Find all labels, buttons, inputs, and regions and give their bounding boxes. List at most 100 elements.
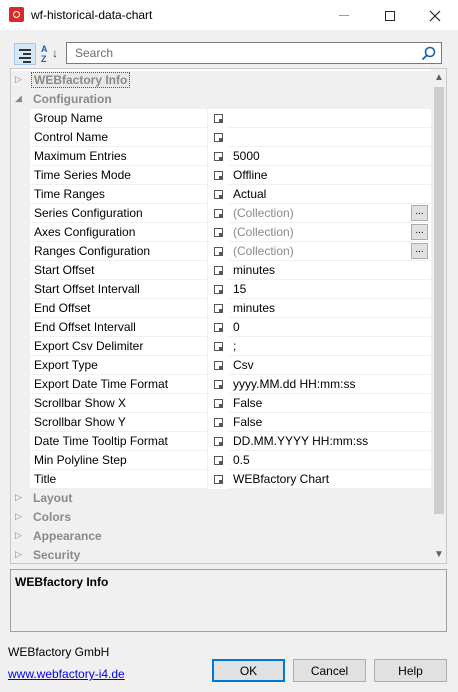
property-name[interactable]: Export Csv Delimiter bbox=[30, 337, 208, 356]
property-row[interactable]: Ranges Configuration (Collection)... bbox=[11, 242, 431, 261]
minimize-button[interactable] bbox=[321, 0, 367, 30]
property-value[interactable]: minutes bbox=[229, 299, 431, 318]
binding-icon[interactable] bbox=[214, 399, 223, 408]
category-layout[interactable]: ▷ Layout bbox=[11, 489, 431, 508]
search-input[interactable] bbox=[67, 43, 407, 63]
property-name[interactable]: Group Name bbox=[30, 109, 208, 128]
property-name[interactable]: Export Type bbox=[30, 356, 208, 375]
category-appearance[interactable]: ▷ Appearance bbox=[11, 527, 431, 546]
property-row[interactable]: End Offset Intervall 0 bbox=[11, 318, 431, 337]
binding-icon[interactable] bbox=[214, 323, 223, 332]
binding-icon[interactable] bbox=[214, 456, 223, 465]
property-value[interactable]: False bbox=[229, 394, 431, 413]
binding-icon[interactable] bbox=[214, 266, 223, 275]
collection-editor-button[interactable]: ... bbox=[411, 224, 428, 240]
property-value[interactable]: WEBfactory Chart bbox=[229, 470, 431, 489]
property-value[interactable]: (Collection) bbox=[229, 223, 431, 242]
property-name[interactable]: Start Offset Intervall bbox=[30, 280, 208, 299]
property-row[interactable]: Scrollbar Show X False bbox=[11, 394, 431, 413]
scroll-up-icon[interactable]: ▲ bbox=[431, 69, 446, 86]
binding-icon[interactable] bbox=[214, 361, 223, 370]
alphabetical-sort-button[interactable]: A Z ↓ bbox=[38, 43, 60, 65]
close-button[interactable] bbox=[412, 0, 458, 30]
scroll-thumb[interactable] bbox=[434, 87, 444, 514]
category-security[interactable]: ▷ Security bbox=[11, 546, 431, 563]
property-name[interactable]: Title bbox=[30, 470, 208, 489]
property-row[interactable]: Date Time Tooltip Format DD.MM.YYYY HH:mm… bbox=[11, 432, 431, 451]
category-colors[interactable]: ▷ Colors bbox=[11, 508, 431, 527]
expand-icon[interactable]: ▷ bbox=[15, 492, 22, 503]
property-value[interactable]: ; bbox=[229, 337, 431, 356]
property-value[interactable] bbox=[229, 109, 431, 128]
property-row[interactable]: Start Offset Intervall 15 bbox=[11, 280, 431, 299]
property-name[interactable]: Axes Configuration bbox=[30, 223, 208, 242]
property-value[interactable]: Offline bbox=[229, 166, 431, 185]
property-name[interactable]: Start Offset bbox=[30, 261, 208, 280]
property-row[interactable]: Scrollbar Show Y False bbox=[11, 413, 431, 432]
property-value[interactable]: (Collection) bbox=[229, 242, 431, 261]
binding-icon[interactable] bbox=[214, 133, 223, 142]
property-row[interactable]: Start Offset minutes bbox=[11, 261, 431, 280]
property-value[interactable] bbox=[229, 128, 431, 147]
property-row[interactable]: Time Ranges Actual bbox=[11, 185, 431, 204]
property-value[interactable]: False bbox=[229, 413, 431, 432]
collection-editor-button[interactable]: ... bbox=[411, 205, 428, 221]
property-value[interactable]: Csv bbox=[229, 356, 431, 375]
binding-icon[interactable] bbox=[214, 114, 223, 123]
binding-icon[interactable] bbox=[214, 190, 223, 199]
binding-icon[interactable] bbox=[214, 247, 223, 256]
property-value[interactable]: 0 bbox=[229, 318, 431, 337]
binding-icon[interactable] bbox=[214, 209, 223, 218]
binding-icon[interactable] bbox=[214, 418, 223, 427]
property-value[interactable]: 5000 bbox=[229, 147, 431, 166]
binding-icon[interactable] bbox=[214, 171, 223, 180]
categorized-view-button[interactable] bbox=[14, 43, 36, 65]
property-name[interactable]: End Offset Intervall bbox=[30, 318, 208, 337]
property-value[interactable]: DD.MM.YYYY HH:mm:ss bbox=[229, 432, 431, 451]
ok-button[interactable]: OK bbox=[212, 659, 285, 682]
website-link[interactable]: www.webfactory-i4.de bbox=[8, 667, 125, 681]
property-row[interactable]: Control Name bbox=[11, 128, 431, 147]
property-name[interactable]: Date Time Tooltip Format bbox=[30, 432, 208, 451]
property-name[interactable]: Min Polyline Step bbox=[30, 451, 208, 470]
property-row[interactable]: Export Csv Delimiter; bbox=[11, 337, 431, 356]
property-name[interactable]: Control Name bbox=[30, 128, 208, 147]
expand-icon[interactable]: ▷ bbox=[15, 549, 22, 560]
property-value[interactable]: minutes bbox=[229, 261, 431, 280]
property-row[interactable]: Maximum Entries 5000 bbox=[11, 147, 431, 166]
property-name[interactable]: Ranges Configuration bbox=[30, 242, 208, 261]
property-name[interactable]: Scrollbar Show Y bbox=[30, 413, 208, 432]
property-row[interactable]: Group Name bbox=[11, 109, 431, 128]
binding-icon[interactable] bbox=[214, 228, 223, 237]
category-configuration[interactable]: ◢ Configuration bbox=[11, 90, 431, 109]
collection-editor-button[interactable]: ... bbox=[411, 243, 428, 259]
expand-icon[interactable]: ▷ bbox=[15, 530, 22, 541]
property-value[interactable]: 15 bbox=[229, 280, 431, 299]
property-row[interactable]: Min Polyline Step 0.5 bbox=[11, 451, 431, 470]
property-name[interactable]: Time Ranges bbox=[30, 185, 208, 204]
property-value[interactable]: 0.5 bbox=[229, 451, 431, 470]
property-row[interactable]: Title WEBfactory Chart bbox=[11, 470, 431, 489]
property-name[interactable]: Export Date Time Format bbox=[30, 375, 208, 394]
property-name[interactable]: Series Configuration bbox=[30, 204, 208, 223]
cancel-button[interactable]: Cancel bbox=[293, 659, 366, 682]
property-row[interactable]: End Offset minutes bbox=[11, 299, 431, 318]
property-row[interactable]: Time Series Mode Offline bbox=[11, 166, 431, 185]
expand-icon[interactable]: ▷ bbox=[15, 74, 22, 85]
property-value[interactable]: (Collection) bbox=[229, 204, 431, 223]
search-icon[interactable] bbox=[421, 46, 436, 61]
property-name[interactable]: Time Series Mode bbox=[30, 166, 208, 185]
binding-icon[interactable] bbox=[214, 380, 223, 389]
property-value[interactable]: Actual bbox=[229, 185, 431, 204]
maximize-button[interactable] bbox=[367, 0, 413, 30]
expand-icon[interactable]: ▷ bbox=[15, 511, 22, 522]
binding-icon[interactable] bbox=[214, 475, 223, 484]
binding-icon[interactable] bbox=[214, 437, 223, 446]
property-name[interactable]: Maximum Entries bbox=[30, 147, 208, 166]
property-row[interactable]: Export Date Time Format yyyy.MM.dd HH:mm:… bbox=[11, 375, 431, 394]
property-row[interactable]: Axes Configuration (Collection)... bbox=[11, 223, 431, 242]
binding-icon[interactable] bbox=[214, 342, 223, 351]
collapse-icon[interactable]: ◢ bbox=[15, 93, 22, 104]
property-row[interactable]: Series Configuration (Collection)... bbox=[11, 204, 431, 223]
category-webfactory-info[interactable]: ▷ WEBfactory Info bbox=[11, 71, 431, 90]
